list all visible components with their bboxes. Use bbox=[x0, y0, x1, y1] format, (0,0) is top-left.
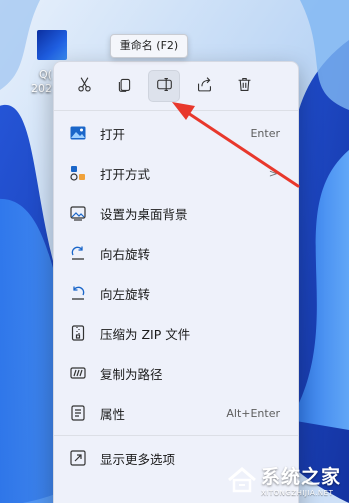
share-icon bbox=[196, 76, 213, 97]
menu-item-label: 压缩为 ZIP 文件 bbox=[100, 326, 191, 342]
menu-item-label: 复制为路径 bbox=[100, 366, 163, 382]
rename-button[interactable] bbox=[148, 70, 180, 102]
delete-button[interactable] bbox=[228, 70, 260, 102]
site-watermark: 系统之家 XITONGZHIJIA.NET bbox=[227, 462, 341, 497]
menu-item-label: 设置为桌面背景 bbox=[100, 206, 188, 222]
wallpaper-icon bbox=[70, 205, 86, 221]
menu-item-label: 向左旋转 bbox=[100, 286, 151, 302]
toolbar-separator bbox=[54, 110, 298, 111]
image-thumbnail bbox=[37, 30, 67, 60]
cut-button[interactable] bbox=[68, 70, 100, 102]
menu-item-label: 打开 bbox=[100, 126, 126, 142]
menu-item-shortcut: Alt+Enter bbox=[226, 406, 280, 420]
trash-icon bbox=[236, 76, 253, 97]
menu-item-label: 显示更多选项 bbox=[100, 451, 176, 467]
desktop-file-icon[interactable]: Q( 202 bbox=[31, 30, 67, 95]
open-with-icon bbox=[70, 165, 86, 181]
copy-button[interactable] bbox=[108, 70, 140, 102]
menu-item-open-with[interactable]: 打开方式 > bbox=[62, 155, 290, 191]
zip-icon bbox=[70, 325, 86, 341]
rotate-right-icon bbox=[70, 245, 86, 261]
menu-item-rotate-left[interactable]: 向左旋转 bbox=[62, 275, 290, 311]
menu-item-label: 向右旋转 bbox=[100, 246, 151, 262]
watermark-title: 系统之家 bbox=[260, 466, 341, 488]
menu-item-copy-as-path[interactable]: 复制为路径 bbox=[62, 355, 290, 391]
menu-separator bbox=[54, 435, 298, 436]
copy-icon bbox=[116, 76, 133, 97]
share-button[interactable] bbox=[188, 70, 220, 102]
rotate-left-icon bbox=[70, 285, 86, 301]
menu-item-open[interactable]: 打开 Enter bbox=[62, 115, 290, 151]
menu-item-rotate-right[interactable]: 向右旋转 bbox=[62, 235, 290, 271]
rename-icon bbox=[156, 76, 173, 97]
desktop-file-name-line2: 202 bbox=[31, 82, 52, 95]
rename-tooltip: 重命名 (F2) bbox=[110, 34, 188, 58]
more-options-icon bbox=[70, 450, 86, 466]
house-logo-icon bbox=[228, 466, 256, 492]
menu-item-label: 打开方式 bbox=[100, 166, 151, 182]
context-menu-toolbar bbox=[62, 70, 290, 102]
watermark-url: XITONGZHIJIA.NET bbox=[260, 489, 334, 497]
menu-item-compress-zip[interactable]: 压缩为 ZIP 文件 bbox=[62, 315, 290, 351]
menu-item-label: 属性 bbox=[100, 406, 126, 422]
chevron-right-icon: > bbox=[268, 166, 278, 180]
context-menu: 打开 Enter 打开方式 > 设置为桌面背景 向右旋转 向左旋转 压缩为 ZI… bbox=[53, 61, 299, 503]
menu-item-properties[interactable]: 属性 Alt+Enter bbox=[62, 395, 290, 431]
desktop-file-name-line1: Q( bbox=[39, 68, 52, 81]
copy-path-icon bbox=[70, 365, 86, 381]
menu-item-set-wallpaper[interactable]: 设置为桌面背景 bbox=[62, 195, 290, 231]
scissors-icon bbox=[76, 76, 93, 97]
image-icon bbox=[70, 125, 86, 141]
menu-item-shortcut: Enter bbox=[250, 126, 280, 140]
properties-icon bbox=[70, 405, 86, 421]
